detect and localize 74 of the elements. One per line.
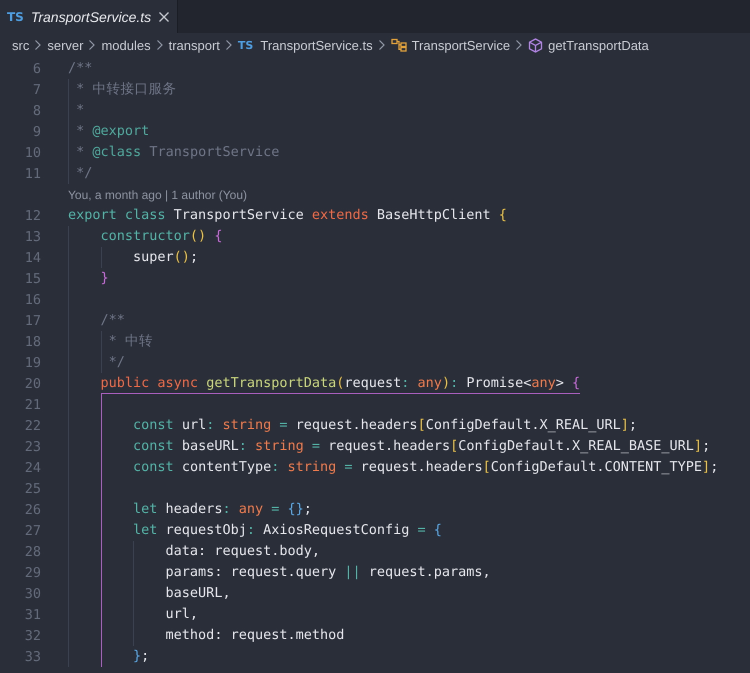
codelens-annotation[interactable]: You, a month ago | 1 author (You) (68, 188, 248, 202)
breadcrumb-item[interactable]: server (47, 38, 84, 52)
line-number: 23 (24, 438, 41, 454)
tab-title: TransportService.ts (30, 8, 152, 24)
line-number: 8 (32, 102, 41, 118)
line-number: 6 (32, 60, 41, 76)
code-line: * @export (76, 122, 150, 140)
code-line: * 中转 (108, 332, 153, 350)
line-number: 13 (24, 228, 41, 244)
code-line: public async getTransportData(request: any): Promise<any> { (100, 374, 580, 394)
line-number: 25 (24, 480, 41, 496)
chevron-icon (515, 39, 524, 51)
line-number: 20 (24, 376, 41, 392)
code-line: export class TransportService extends BaseHttpClient { (68, 206, 507, 224)
code-line: const baseURL: string = request.headers[ConfigDefault.X_REAL_BASE_URL]; (133, 436, 710, 456)
line-number: 9 (32, 124, 41, 140)
chevron-icon (34, 39, 42, 51)
line-number: 16 (24, 292, 41, 308)
line-number: 18 (24, 334, 41, 350)
line-number: 14 (24, 250, 41, 266)
class-icon (390, 38, 407, 52)
code-line: let requestObj: AxiosRequestConfig = { (133, 520, 442, 540)
cube-icon (528, 38, 544, 52)
line-number: 10 (24, 144, 41, 160)
line-number: 31 (24, 606, 41, 622)
line-number: 27 (24, 522, 41, 538)
code-line: } (100, 268, 109, 288)
editor-tab[interactable]: TS TransportService.ts (0, 0, 178, 33)
chevron-icon (156, 39, 164, 51)
line-number: 24 (24, 460, 41, 476)
line-number: 21 (24, 396, 41, 412)
code-line: let headers: any = {}; (133, 500, 312, 518)
code-line: method: request.method (166, 626, 344, 644)
file-type-label: TS (7, 10, 24, 24)
line-number: 22 (24, 418, 41, 434)
line-number: 17 (24, 312, 41, 328)
breadcrumb-item[interactable]: modules (101, 38, 151, 52)
code-line: * (76, 100, 84, 120)
close-icon[interactable] (158, 10, 170, 22)
breadcrumb-item[interactable]: src (12, 38, 30, 52)
code-line: * @class TransportService (76, 142, 280, 162)
code-line: data: request.body, (166, 542, 320, 560)
code-line: params: request.query || request.params, (166, 562, 491, 582)
line-number: 30 (24, 586, 41, 602)
line-number: 28 (24, 544, 41, 560)
line-number: 26 (24, 502, 41, 518)
line-number: 19 (24, 354, 41, 370)
code-line: const contentType: string = request.headers[ConfigDefault.CONTENT_TYPE]; (133, 458, 718, 476)
chevron-icon (378, 39, 386, 51)
line-number: 7 (32, 82, 41, 98)
breadcrumb-item[interactable]: TransportService (412, 38, 510, 52)
code-line: */ (108, 352, 125, 372)
line-number: 32 (24, 628, 41, 644)
chevron-icon (88, 39, 96, 51)
chevron-icon (224, 39, 233, 51)
line-number: 11 (24, 166, 41, 182)
line-number: 15 (24, 270, 41, 286)
code-line: super(); (133, 248, 198, 266)
code-line: */ (76, 164, 92, 182)
code-line: url, (166, 604, 198, 624)
code-line: baseURL, (166, 584, 231, 602)
line-number: 12 (24, 208, 41, 224)
code-line: /** (100, 310, 125, 330)
code-line: * 中转接口服务 (76, 80, 176, 98)
breadcrumb-item[interactable]: getTransportData (548, 38, 649, 52)
breadcrumb-item[interactable]: TransportService.ts (260, 38, 373, 52)
code-line: /** (68, 58, 92, 78)
code-line: const url: string = request.headers[ConfigDefault.X_REAL_URL]; (133, 416, 638, 434)
code-line: }; (133, 646, 150, 666)
line-number: 33 (24, 648, 41, 664)
breadcrumb-item[interactable]: transport (168, 38, 220, 52)
file-type-label: TS (238, 38, 254, 52)
code-line: constructor() { (100, 226, 222, 246)
line-number: 29 (24, 564, 41, 580)
